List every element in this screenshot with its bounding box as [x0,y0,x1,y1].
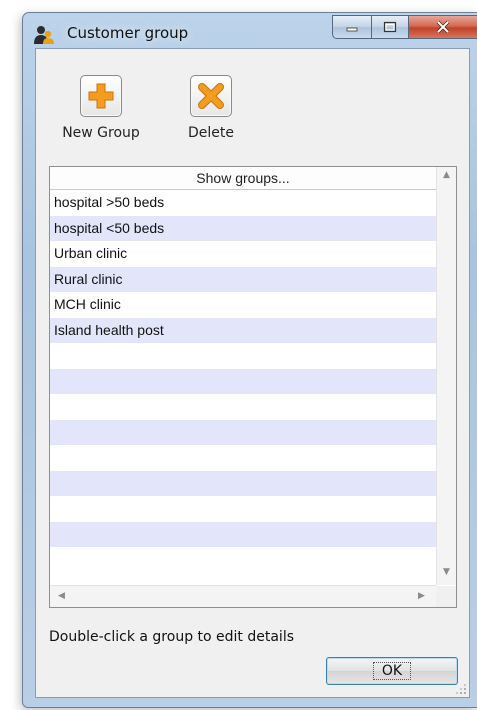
list-item-empty [50,496,436,522]
list-item[interactable]: Urban clinic [50,241,436,267]
scroll-down-icon[interactable]: ▼ [437,567,456,577]
x-icon [198,83,224,109]
edit-hint-text: Double-click a group to edit details [49,629,295,645]
list-item[interactable]: hospital <50 beds [50,215,436,241]
scroll-right-icon[interactable]: ▶ [412,591,431,601]
list-item-empty [50,521,436,547]
new-group-label: New Group [62,125,140,141]
maximize-icon [383,21,397,33]
close-button[interactable] [409,15,477,39]
window-controls [332,15,477,41]
minimize-icon [346,27,358,32]
delete-button[interactable]: Delete [176,75,246,141]
list-item-empty [50,547,436,573]
list-item-empty [50,419,436,445]
list-item-empty [50,343,436,369]
list-item-empty [50,470,436,496]
list-item[interactable]: Rural clinic [50,266,436,292]
list-item[interactable]: hospital >50 beds [50,190,436,216]
close-icon [436,21,450,33]
scroll-left-icon[interactable]: ◀ [52,591,71,601]
maximize-button[interactable] [372,15,409,39]
delete-icon-frame [190,75,232,117]
list-item[interactable]: MCH clinic [50,292,436,318]
list-item-empty [50,368,436,394]
list-item-empty [50,394,436,420]
delete-label: Delete [188,125,234,141]
horizontal-scrollbar[interactable]: ◀ ▶ [50,585,436,607]
scrollbar-corner [436,586,456,607]
list-header-show-groups[interactable]: Show groups... [50,167,436,190]
window-frame: Customer group New Group Delete Show gro… [22,12,477,708]
title-bar[interactable]: Customer group [23,13,477,47]
window-title: Customer group [67,24,189,42]
vertical-scrollbar[interactable]: ▲ ▼ [436,167,456,585]
resize-grip-icon[interactable] [455,683,467,695]
plus-icon [88,83,114,109]
new-group-icon-frame [80,75,122,117]
list-rows: hospital >50 beds hospital <50 beds Urba… [50,190,436,573]
new-group-button[interactable]: New Group [51,75,151,141]
scroll-up-icon[interactable]: ▲ [437,170,456,180]
ok-button[interactable]: OK [326,657,458,685]
users-icon [34,26,54,44]
groups-list[interactable]: Show groups... hospital >50 beds hospita… [49,166,457,608]
ok-label: OK [372,662,412,680]
list-item[interactable]: Island health post [50,317,436,343]
dialog-client-area: New Group Delete Show groups... hospital… [35,48,470,698]
list-item-empty [50,445,436,471]
minimize-button[interactable] [332,15,372,39]
